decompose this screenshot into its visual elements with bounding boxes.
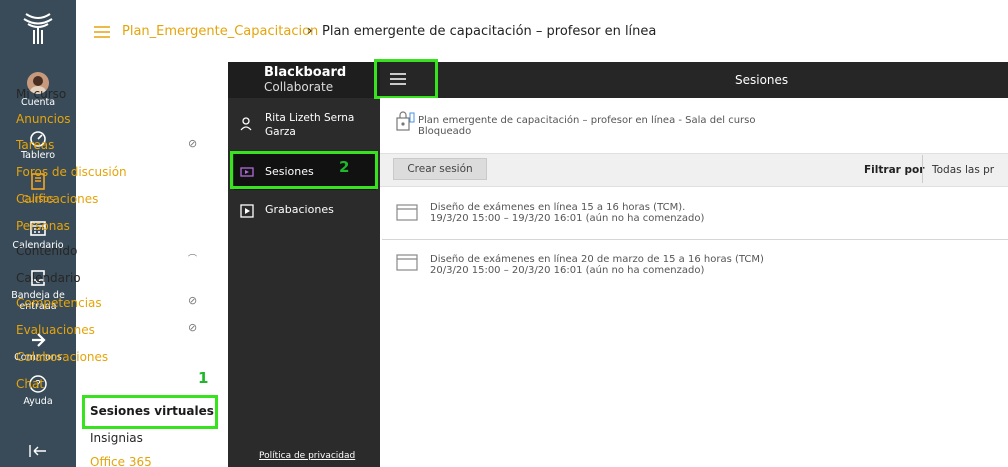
course-menu-item-mi-curso[interactable]: Mi curso <box>16 87 66 101</box>
collaborate-logo-line2: Collaborate <box>264 80 334 94</box>
recordings-icon <box>240 204 254 218</box>
user-icon <box>240 117 252 131</box>
highlight-box-sesiones <box>230 151 378 189</box>
course-menu-item-tareas[interactable]: Tareas <box>16 138 54 152</box>
collapse-nav-icon[interactable] <box>28 444 48 458</box>
course-room-title[interactable]: Plan emergente de capacitación – profeso… <box>418 115 755 126</box>
collaborate-nav-grabaciones-label: Grabaciones <box>265 203 334 216</box>
course-menu-item-personas[interactable]: Personas <box>16 219 70 233</box>
course-menu-item-chat[interactable]: Chat <box>16 377 44 391</box>
filter-label: Filtrar por <box>864 164 925 176</box>
session-time: 19/3/20 15:00 – 19/3/20 16:01 (aún no ha… <box>430 213 705 224</box>
filter-divider <box>922 155 923 183</box>
course-room-status: Bloqueado <box>418 126 472 137</box>
hidden-eye-icon: ⊘ <box>188 137 198 150</box>
session-title[interactable]: Diseño de exámenes en línea 20 de marzo … <box>430 254 764 265</box>
global-nav: Cuenta Tablero Cursos Calendario Bandeja… <box>0 0 76 467</box>
course-menu-item-colaboraciones[interactable]: Colaboraciones <box>16 350 108 364</box>
blackboard-logo-icon[interactable] <box>18 8 58 48</box>
hidden-eye-icon: ⊘ <box>188 321 198 334</box>
course-menu-item-calendario[interactable]: Calendario <box>16 271 81 285</box>
gnav-help-label: Ayuda <box>23 396 53 407</box>
breadcrumb-course-link[interactable]: Plan_Emergente_Capacitacion <box>122 24 318 39</box>
step-1-label: 1 <box>198 369 209 387</box>
collaborate-topbar <box>380 62 1008 98</box>
course-menu-item-sesiones-virtuales[interactable]: Sesiones virtuales <box>90 404 214 418</box>
course-menu-item-anuncios[interactable]: Anuncios <box>16 112 71 126</box>
session-divider <box>382 239 1008 240</box>
course-menu-item-contenido[interactable]: Contenido <box>16 244 77 258</box>
course-menu-item-competencias[interactable]: Competencias <box>16 296 102 310</box>
breadcrumb-separator: › <box>307 23 313 39</box>
session-calendar-icon <box>396 254 418 271</box>
filter-select[interactable]: Todas las pr <box>932 164 994 176</box>
create-session-button[interactable]: Crear sesión <box>393 158 487 180</box>
course-room-lock-icon <box>396 111 415 131</box>
course-menu-item-calificaciones[interactable]: Calificaciones <box>16 192 98 206</box>
course-menu-item-insignias[interactable]: Insignias <box>90 431 143 445</box>
course-menu-item-foros[interactable]: Foros de discusión <box>16 165 127 179</box>
collaborate-header-title: Sesiones <box>735 73 789 87</box>
course-menu-item-office365[interactable]: Office 365 <box>90 455 152 467</box>
privacy-policy-link[interactable]: Política de privacidad <box>259 451 355 461</box>
session-title[interactable]: Diseño de exámenes en línea 15 a 16 hora… <box>430 202 685 213</box>
collaborate-nav-grabaciones[interactable]: Grabaciones <box>234 192 376 228</box>
hidden-eye-icon: ⊘ <box>188 294 198 307</box>
course-menu-toggle-icon[interactable] <box>94 25 110 39</box>
session-calendar-icon <box>396 204 418 221</box>
highlight-box-menu <box>374 59 438 99</box>
session-time: 20/3/20 15:00 – 20/3/20 16:01 (aún no ha… <box>430 265 705 276</box>
hidden-eye-icon: ⌒ <box>188 255 198 265</box>
collaborate-user-name: Rita Lizeth Serna Garza <box>265 112 355 138</box>
breadcrumb-current: Plan emergente de capacitación – profeso… <box>322 24 657 39</box>
collaborate-logo-line1: Blackboard <box>264 65 347 80</box>
page: Cuenta Tablero Cursos Calendario Bandeja… <box>0 0 1008 467</box>
course-menu-item-evaluaciones[interactable]: Evaluaciones <box>16 323 95 337</box>
